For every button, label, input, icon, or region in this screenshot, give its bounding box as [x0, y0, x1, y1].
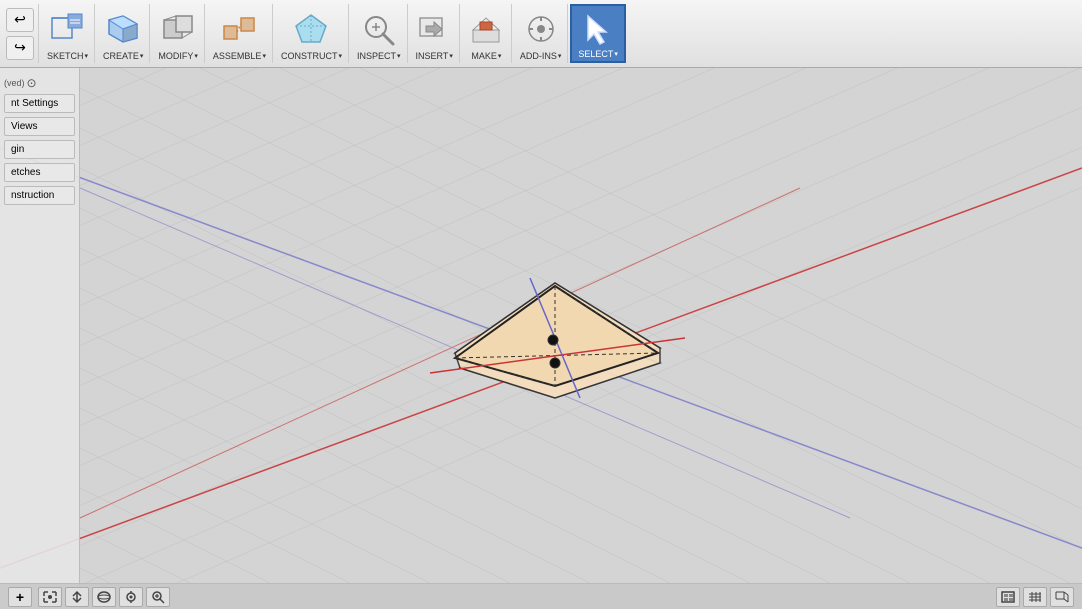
select-label: SELECT ▾	[578, 49, 618, 59]
display-settings-button[interactable]	[996, 587, 1020, 607]
sketch-icon-area	[50, 6, 86, 51]
redo-button[interactable]: ↪	[6, 36, 34, 60]
toolbar-create[interactable]: CREATE ▾	[97, 4, 150, 63]
undo-button[interactable]: ↩	[6, 8, 34, 32]
addins-label: ADD-INS ▾	[520, 51, 562, 61]
inspect-icon-area	[361, 6, 397, 51]
addins-icon-area	[523, 6, 559, 51]
panel-item-sketches[interactable]: etches	[4, 163, 75, 182]
grid-settings-button[interactable]	[1023, 587, 1047, 607]
insert-label: INSERT ▾	[416, 51, 453, 61]
orbit-button[interactable]	[92, 587, 116, 607]
construct-icon-area	[293, 6, 329, 51]
view-cube-button[interactable]	[1050, 587, 1074, 607]
assemble-label: ASSEMBLE ▾	[213, 51, 266, 61]
navigation-group	[38, 587, 170, 607]
panel-item-settings[interactable]: nt Settings	[4, 94, 75, 113]
toolbar-select[interactable]: SELECT ▾	[570, 4, 626, 63]
make-label: MAKE ▾	[471, 51, 501, 61]
toolbar-assemble[interactable]: ASSEMBLE ▾	[207, 4, 273, 63]
add-view-button[interactable]: +	[8, 587, 32, 607]
modify-label: MODIFY ▾	[158, 51, 198, 61]
create-label: CREATE ▾	[103, 51, 143, 61]
panel-close-icon[interactable]: ⊙	[27, 76, 37, 90]
view-controls-group	[996, 587, 1074, 607]
undo-redo-group: ↩ ↪	[2, 4, 39, 63]
make-icon-area	[468, 6, 504, 51]
toolbar-modify[interactable]: MODIFY ▾	[152, 4, 205, 63]
main-toolbar: ↩ ↪ SKETCH ▾	[0, 0, 1082, 68]
inspect-label: INSPECT ▾	[357, 51, 401, 61]
toolbar-construct[interactable]: CONSTRUCT ▾	[275, 4, 349, 63]
look-at-button[interactable]	[119, 587, 143, 607]
toolbar-make[interactable]: MAKE ▾	[462, 4, 512, 63]
create-icon-area	[105, 6, 141, 51]
left-panel: (ved) ⊙ nt Settings Views gin etches nst…	[0, 68, 80, 609]
fit-view-button[interactable]	[38, 587, 62, 607]
sketch-label: SKETCH ▾	[47, 51, 88, 61]
modify-icon-area	[160, 6, 196, 51]
toolbar-inspect[interactable]: INSPECT ▾	[351, 4, 408, 63]
viewport[interactable]: (ved) ⊙ nt Settings Views gin etches nst…	[0, 68, 1082, 609]
panel-item-views[interactable]: Views	[4, 117, 75, 136]
insert-icon-area	[416, 6, 452, 51]
panel-item-construction[interactable]: nstruction	[4, 186, 75, 205]
select-icon-area	[580, 8, 616, 49]
assemble-icon-area	[221, 6, 257, 51]
grid-canvas	[0, 68, 1082, 609]
construct-label: CONSTRUCT ▾	[281, 51, 342, 61]
panel-title: (ved) ⊙	[4, 76, 75, 90]
toolbar-sketch[interactable]: SKETCH ▾	[41, 4, 95, 63]
toolbar-insert[interactable]: INSERT ▾	[410, 4, 460, 63]
zoom-button[interactable]	[146, 587, 170, 607]
pan-button[interactable]	[65, 587, 89, 607]
toolbar-addins[interactable]: ADD-INS ▾	[514, 4, 569, 63]
panel-item-origin[interactable]: gin	[4, 140, 75, 159]
bottom-toolbar: +	[0, 583, 1082, 609]
